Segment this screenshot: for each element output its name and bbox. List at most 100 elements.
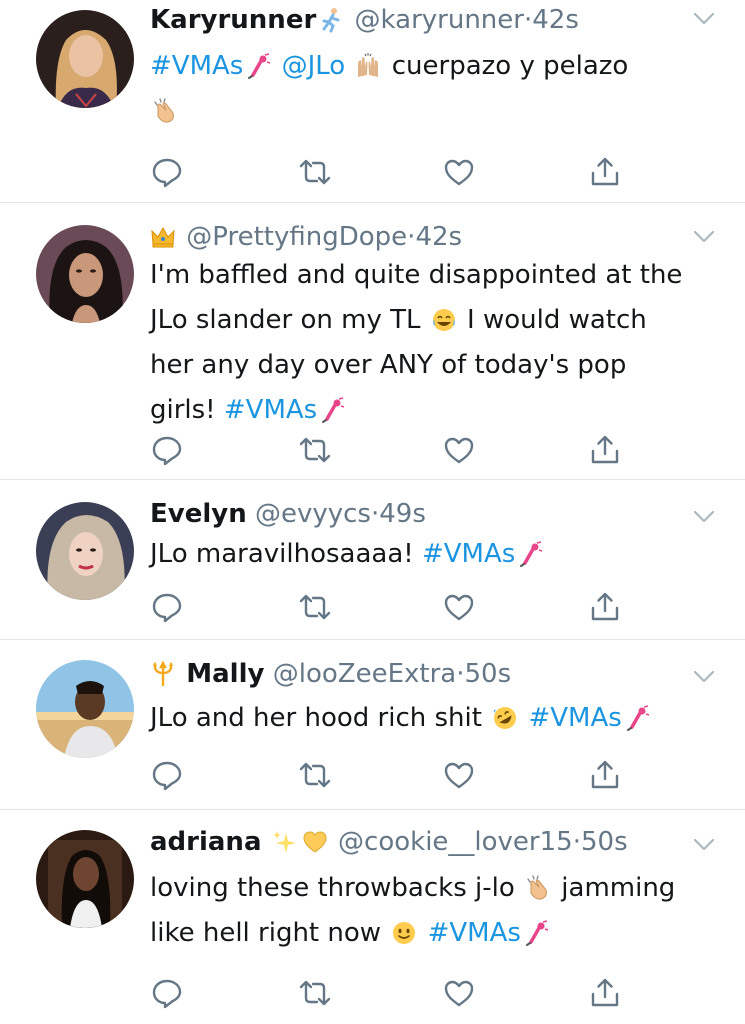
hashtag-link[interactable]: #VMAs: [422, 539, 515, 569]
hashtag-link[interactable]: #VMAs: [150, 51, 243, 81]
retweet-icon[interactable]: [298, 590, 332, 624]
share-icon[interactable]: [588, 590, 622, 624]
reply-icon[interactable]: [150, 590, 184, 624]
tweet-text-segment: cuerpazo y pelazo: [391, 51, 629, 81]
avatar[interactable]: [36, 502, 134, 600]
tweet-text-line: I'm baffled and quite disappointed at th…: [150, 260, 683, 290]
tweet-actions: [150, 758, 630, 792]
sparkles-emoji: [272, 829, 298, 855]
timestamp[interactable]: 50s: [581, 827, 628, 857]
mention-link[interactable]: @JLo: [282, 51, 346, 81]
retweet-icon[interactable]: [298, 976, 332, 1010]
avatar[interactable]: [36, 225, 134, 323]
avatar[interactable]: [36, 10, 134, 108]
like-icon[interactable]: [442, 976, 476, 1010]
reply-icon[interactable]: [150, 976, 184, 1010]
display-name[interactable]: adriana: [150, 827, 262, 857]
chevron-down-icon[interactable]: [693, 510, 715, 524]
microphone-emoji: [245, 53, 271, 79]
timestamp[interactable]: 50s: [464, 659, 511, 689]
hashtag-link[interactable]: #VMAs: [428, 918, 521, 948]
microphone-emoji: [523, 920, 549, 946]
tweet-text-segment: girls!: [150, 395, 216, 425]
like-icon[interactable]: [442, 433, 476, 467]
like-icon[interactable]: [442, 590, 476, 624]
avatar[interactable]: [36, 830, 134, 928]
display-name[interactable]: Karyrunner: [150, 5, 316, 35]
tweet-text: JLo maravilhosaaaa! #VMAs: [150, 532, 715, 577]
chevron-down-icon[interactable]: [693, 838, 715, 852]
reply-icon[interactable]: [150, 155, 184, 189]
tweet[interactable]: Mally @looZeeExtra·50s JLo and her hood …: [0, 640, 745, 810]
raised-hands-emoji: [355, 53, 381, 79]
share-icon[interactable]: [588, 758, 622, 792]
tweet-header: @PrettyfingDope·42s: [150, 219, 685, 255]
tweet-text-segment: JLo maravilhosaaaa!: [150, 539, 414, 569]
tweet-text-segment: JLo slander on my TL: [150, 305, 421, 335]
share-icon[interactable]: [588, 433, 622, 467]
tweet-text-segment: I would watch: [467, 305, 647, 335]
microphone-emoji: [319, 397, 345, 423]
tweet-header: Evelyn @evyycs·49s: [150, 496, 685, 532]
share-icon[interactable]: [588, 155, 622, 189]
tweet[interactable]: Karyrunner @karyrunner·42s #VMAs @JLo cu…: [0, 0, 745, 203]
share-icon[interactable]: [588, 976, 622, 1010]
chevron-down-icon[interactable]: [693, 670, 715, 684]
handle[interactable]: @evyycs: [255, 499, 371, 529]
retweet-icon[interactable]: [298, 433, 332, 467]
chevron-down-icon[interactable]: [693, 12, 715, 26]
tweet-header: Mally @looZeeExtra·50s: [150, 656, 685, 692]
tweet[interactable]: adriana @cookie__lover15·50s loving thes…: [0, 810, 745, 1024]
tweet-actions: [150, 433, 630, 467]
chevron-down-icon[interactable]: [693, 230, 715, 244]
rofl-emoji: [492, 705, 518, 731]
tweet-actions: [150, 590, 630, 624]
tweet-text: JLo and her hood rich shit #VMAs: [150, 696, 715, 741]
tweet-header: Karyrunner @karyrunner·42s: [150, 2, 685, 38]
hashtag-link[interactable]: #VMAs: [528, 703, 621, 733]
tweet-text-segment: like hell right now: [150, 918, 382, 948]
separator-dot: ·: [523, 5, 533, 35]
handle[interactable]: @PrettyfingDope: [186, 222, 407, 252]
like-icon[interactable]: [442, 758, 476, 792]
tweet[interactable]: @PrettyfingDope·42s I'm baffled and quit…: [0, 203, 745, 480]
retweet-icon[interactable]: [298, 155, 332, 189]
separator-dot: ·: [370, 499, 380, 529]
avatar[interactable]: [36, 660, 134, 758]
reply-icon[interactable]: [150, 758, 184, 792]
tweet-header: adriana @cookie__lover15·50s: [150, 824, 685, 860]
tweet[interactable]: Evelyn @evyycs·49s JLo maravilhosaaaa! #…: [0, 480, 745, 640]
tweet-text: loving these throwbacks j-lo jamming lik…: [150, 866, 715, 956]
trident-emoji: [150, 661, 176, 687]
separator-dot: ·: [572, 827, 581, 857]
clapping-hands-emoji: [152, 98, 178, 124]
handle[interactable]: @karyrunner: [355, 5, 524, 35]
yellow-heart-emoji: [302, 829, 328, 855]
slight-smile-emoji: [391, 920, 417, 946]
tweet-text: I'm baffled and quite disappointed at th…: [150, 253, 715, 433]
tweet-text-segment: JLo and her hood rich shit: [150, 703, 482, 733]
tweet-text: #VMAs @JLo cuerpazo y pelazo: [150, 44, 715, 134]
timestamp[interactable]: 42s: [532, 5, 579, 35]
tears-of-joy-emoji: [431, 307, 457, 333]
tweet-actions: [150, 976, 630, 1010]
hashtag-link[interactable]: #VMAs: [224, 395, 317, 425]
microphone-emoji: [624, 705, 650, 731]
handle[interactable]: @looZeeExtra: [273, 659, 456, 689]
crown-emoji: [150, 224, 176, 250]
display-name[interactable]: Mally: [186, 659, 264, 689]
tweet-text-line: her any day over ANY of today's pop: [150, 350, 627, 380]
microphone-emoji: [517, 541, 543, 567]
timestamp[interactable]: 42s: [415, 222, 462, 252]
reply-icon[interactable]: [150, 433, 184, 467]
tweet-actions: [150, 155, 630, 189]
display-name[interactable]: Evelyn: [150, 499, 247, 529]
clapping-hands-emoji: [525, 875, 551, 901]
timestamp[interactable]: 49s: [379, 499, 426, 529]
like-icon[interactable]: [442, 155, 476, 189]
tweet-text-segment: loving these throwbacks j-lo: [150, 873, 515, 903]
tweet-text-segment: jamming: [561, 873, 676, 903]
retweet-icon[interactable]: [298, 758, 332, 792]
runner-emoji: [318, 7, 344, 33]
handle[interactable]: @cookie__lover15: [338, 827, 573, 857]
